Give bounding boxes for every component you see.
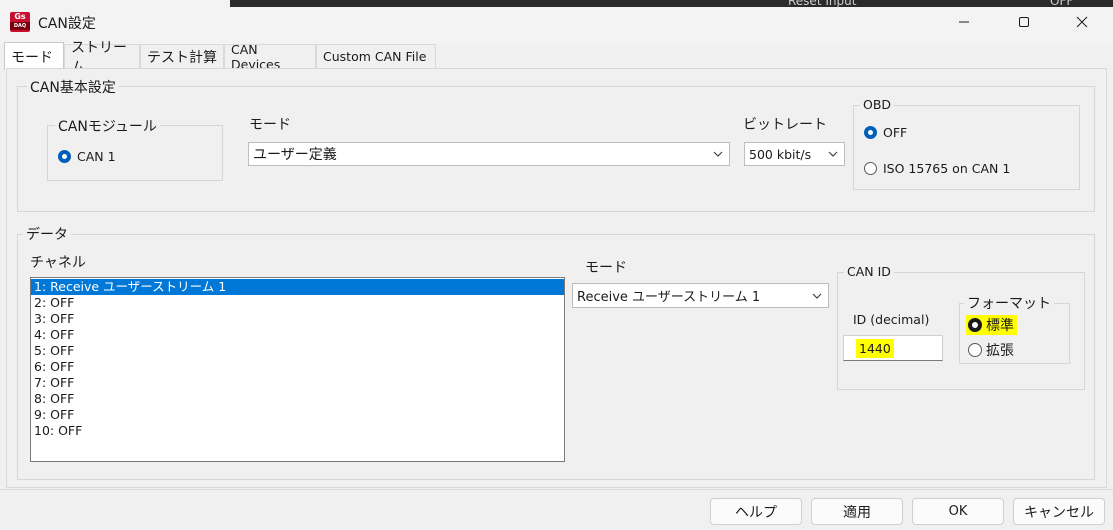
ok-button-label: OK — [948, 504, 968, 519]
obd-option-label: OFF — [883, 125, 908, 140]
mode-label: モード — [249, 117, 291, 133]
radio-unselected-icon[interactable] — [968, 343, 982, 357]
close-button[interactable] — [1066, 8, 1098, 36]
tab-stream[interactable]: ストリーム — [64, 40, 140, 76]
close-icon — [1076, 16, 1088, 28]
cancel-button-label: キャンセル — [1024, 504, 1094, 521]
list-item[interactable]: 10: OFF — [31, 423, 564, 439]
mode-select[interactable]: ユーザー定義 — [248, 142, 730, 166]
footer-divider — [0, 489, 1113, 490]
list-item[interactable]: 2: OFF — [31, 295, 564, 311]
channel-label: チャネル — [30, 255, 86, 271]
obd-group — [853, 105, 1080, 190]
radio-selected-icon[interactable] — [864, 126, 877, 139]
list-item[interactable]: 4: OFF — [31, 327, 564, 343]
list-item[interactable]: 6: OFF — [31, 359, 564, 375]
can-basic-legend: CAN基本設定 — [27, 77, 119, 97]
list-item[interactable]: 3: OFF — [31, 311, 564, 327]
maximize-button[interactable] — [1008, 8, 1040, 36]
cancel-button[interactable]: キャンセル — [1013, 498, 1105, 525]
id-decimal-value: 1440 — [856, 338, 894, 358]
format-option-label: 拡張 — [986, 343, 1014, 359]
can-module-option[interactable]: CAN 1 — [58, 149, 116, 164]
tab-label: モード — [11, 49, 53, 66]
data-mode-select[interactable]: Receive ユーザーストリーム 1 — [572, 283, 829, 308]
tab-test-calc[interactable]: テスト計算 — [140, 44, 224, 68]
format-option-standard[interactable]: 標準 — [966, 315, 1017, 335]
format-legend: フォーマット — [964, 293, 1054, 313]
help-button[interactable]: ヘルプ — [710, 498, 802, 525]
list-item[interactable]: 1: Receive ユーザーストリーム 1 — [31, 279, 564, 295]
background-text: OFF — [1050, 0, 1074, 8]
data-mode-select-value: Receive ユーザーストリーム 1 — [577, 290, 761, 305]
apply-button-label: 適用 — [843, 504, 871, 521]
obd-option-iso[interactable]: ISO 15765 on CAN 1 — [864, 161, 1010, 176]
chevron-down-icon — [713, 151, 723, 157]
app-icon-subtext: DAQ — [10, 22, 30, 30]
minimize-button[interactable] — [948, 8, 980, 36]
can-id-legend: CAN ID — [844, 264, 894, 279]
app-icon-text: Gs — [14, 12, 26, 21]
radio-selected-icon[interactable] — [968, 318, 982, 332]
channel-listbox[interactable]: 1: Receive ユーザーストリーム 1 2: OFF 3: OFF 4: … — [30, 277, 565, 462]
radio-selected-icon[interactable] — [58, 150, 71, 163]
list-item[interactable]: 5: OFF — [31, 343, 564, 359]
tab-can-devices[interactable]: CAN Devices — [224, 42, 316, 72]
format-option-extended[interactable]: 拡張 — [968, 340, 1014, 360]
help-button-label: ヘルプ — [735, 504, 777, 521]
tab-mode[interactable]: モード — [4, 42, 64, 70]
obd-option-label: ISO 15765 on CAN 1 — [883, 161, 1011, 176]
tab-label: Custom CAN File — [323, 49, 427, 64]
window-title: CAN設定 — [38, 16, 96, 32]
list-item[interactable]: 8: OFF — [31, 391, 564, 407]
minimize-icon — [959, 21, 969, 23]
data-legend: データ — [23, 224, 71, 244]
mode-select-value: ユーザー定義 — [253, 147, 337, 163]
data-mode-label: モード — [585, 260, 627, 276]
maximize-icon — [1019, 17, 1029, 27]
chevron-down-icon — [812, 293, 822, 299]
apply-button[interactable]: 適用 — [811, 498, 903, 525]
bitrate-label: ビットレート — [743, 117, 827, 133]
id-decimal-input[interactable]: 1440 — [843, 335, 943, 361]
background-text: Reset Input — [788, 0, 857, 8]
radio-unselected-icon[interactable] — [864, 162, 877, 175]
tab-label: テスト計算 — [147, 49, 217, 66]
can-module-legend: CANモジュール — [55, 116, 160, 136]
obd-option-off[interactable]: OFF — [864, 125, 907, 140]
app-icon: Gs DAQ — [10, 12, 30, 32]
tab-label: CAN Devices — [231, 41, 281, 72]
list-item[interactable]: 9: OFF — [31, 407, 564, 423]
can-module-option-label: CAN 1 — [77, 149, 116, 164]
bitrate-select-value: 500 kbit/s — [749, 146, 812, 162]
list-item[interactable]: 7: OFF — [31, 375, 564, 391]
obd-legend: OBD — [860, 97, 895, 112]
format-option-label: 標準 — [986, 318, 1014, 334]
ok-button[interactable]: OK — [912, 498, 1004, 525]
chevron-down-icon — [828, 151, 838, 157]
background-window-strip — [230, 0, 1113, 7]
tab-custom-can-file[interactable]: Custom CAN File — [316, 44, 436, 68]
bitrate-select[interactable]: 500 kbit/s — [744, 142, 845, 166]
id-decimal-label: ID (decimal) — [853, 312, 930, 327]
